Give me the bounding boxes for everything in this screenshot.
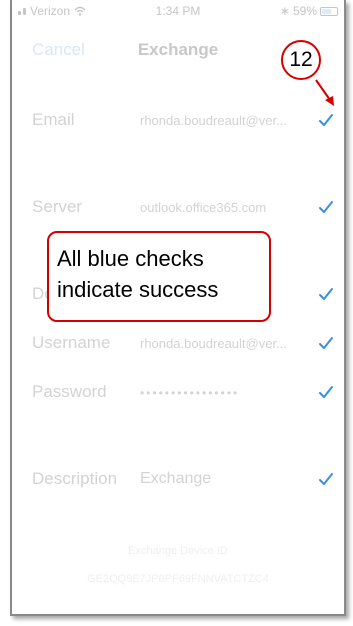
status-bar: Verizon 1:34 PM ∗ 59% bbox=[12, 0, 344, 20]
email-value[interactable]: rhonda.boudreault@ver... bbox=[140, 113, 287, 128]
description-label: Description bbox=[32, 469, 118, 488]
checkmark-icon bbox=[319, 386, 333, 398]
description-value[interactable]: Exchange bbox=[140, 470, 211, 488]
checkmark-icon bbox=[319, 337, 333, 349]
password-value[interactable]: •••••••••••••••• bbox=[140, 386, 239, 400]
server-value[interactable]: outlook.office365.com bbox=[140, 200, 266, 215]
server-label: Server bbox=[32, 197, 83, 216]
checkmark-icon bbox=[319, 288, 333, 300]
email-row[interactable]: Email rhonda.boudreault@ver... bbox=[12, 110, 344, 134]
battery-icon bbox=[320, 6, 338, 16]
checkmark-icon bbox=[319, 114, 333, 126]
bluetooth-icon: ∗ bbox=[279, 4, 290, 18]
device-id-value: GE2QQ9E7JP0PF69FNNVATCTZC4 bbox=[87, 573, 269, 585]
password-row[interactable]: Password •••••••••••••••• bbox=[12, 382, 344, 406]
checkmark-icon bbox=[319, 473, 333, 485]
step-number-badge: 12 bbox=[281, 40, 321, 80]
password-label: Password bbox=[32, 382, 107, 401]
checkmark-icon bbox=[319, 201, 333, 213]
status-right: ∗ 59% bbox=[280, 4, 338, 18]
annotation-callout: All blue checks indicate success bbox=[47, 231, 271, 322]
server-row[interactable]: Server outlook.office365.com bbox=[12, 197, 344, 221]
battery-percent: 59% bbox=[292, 4, 317, 18]
username-value[interactable]: rhonda.boudreault@ver... bbox=[140, 336, 287, 351]
description-row[interactable]: Description Exchange bbox=[12, 469, 344, 493]
username-row[interactable]: Username rhonda.boudreault@ver... bbox=[12, 333, 344, 357]
username-label: Username bbox=[32, 333, 111, 352]
device-id-label: Exchange Device ID bbox=[128, 545, 228, 557]
callout-line-1: All blue checks bbox=[57, 246, 204, 271]
email-label: Email bbox=[32, 110, 75, 129]
battery-fill bbox=[322, 8, 331, 14]
callout-line-2: indicate success bbox=[57, 277, 219, 302]
